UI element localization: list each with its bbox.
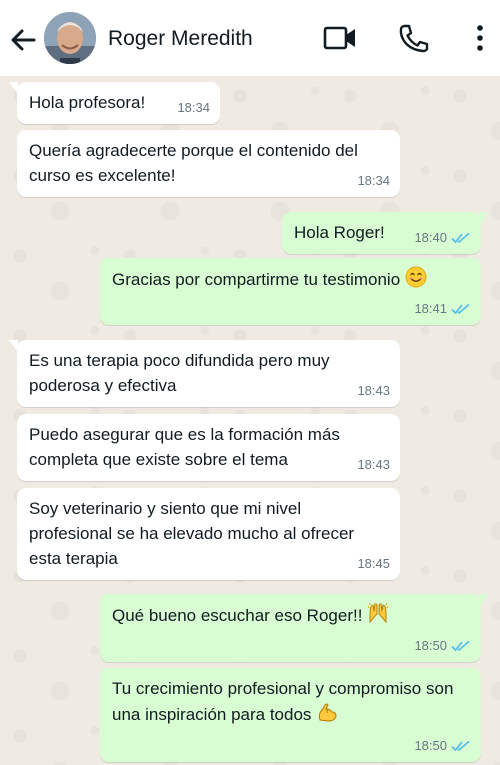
message-outgoing[interactable]: Qué bueno escuchar eso Roger!! 18:50 bbox=[100, 594, 489, 662]
message-outgoing[interactable]: Hola Roger! 18:40 bbox=[282, 212, 489, 254]
message-meta: 18:50 bbox=[414, 633, 471, 658]
message-time: 18:43 bbox=[357, 383, 390, 398]
message-time: 18:43 bbox=[357, 457, 390, 472]
message-time: 18:34 bbox=[177, 100, 210, 115]
message-outgoing[interactable]: Gracias por compartirme tu testimonio 18… bbox=[100, 258, 481, 325]
message-incoming[interactable]: Puedo asegurar que es la formación más c… bbox=[17, 414, 400, 481]
message-text: Qué bueno escuchar eso Roger!! bbox=[112, 606, 363, 625]
message-incoming[interactable]: Es una terapia poco difundida pero muy p… bbox=[9, 340, 400, 407]
double-check-icon bbox=[451, 232, 470, 243]
message-incoming[interactable]: Hola profesora! 18:34 bbox=[9, 82, 220, 124]
message-meta: 18:41 bbox=[414, 296, 471, 321]
double-check-icon bbox=[451, 740, 470, 751]
chat-header: Roger Meredith bbox=[0, 0, 500, 76]
message-meta: 18:40 bbox=[414, 225, 471, 250]
message-time: 18:50 bbox=[414, 738, 447, 753]
double-check-icon bbox=[451, 303, 470, 314]
message-outgoing[interactable]: Tu crecimiento profesional y compromiso … bbox=[100, 668, 481, 762]
more-vertical-icon[interactable] bbox=[470, 22, 490, 54]
message-text-row: Qué bueno escuchar eso Roger!! bbox=[112, 602, 469, 628]
flexed-biceps-icon bbox=[319, 703, 337, 722]
phone-icon[interactable] bbox=[398, 23, 430, 53]
video-camera-icon[interactable] bbox=[323, 26, 357, 50]
message-incoming[interactable]: Soy veterinario y siento que mi nivel pr… bbox=[17, 488, 400, 580]
message-text-row: Tu crecimiento profesional y compromiso … bbox=[112, 676, 469, 727]
contact-name[interactable]: Roger Meredith bbox=[108, 27, 253, 51]
message-text: Soy veterinario y siento que mi nivel pr… bbox=[29, 499, 355, 568]
message-meta: 18:43 bbox=[357, 452, 390, 477]
message-time: 18:45 bbox=[357, 556, 390, 571]
message-text: Gracias por compartirme tu testimonio bbox=[112, 270, 401, 289]
message-meta: 18:45 bbox=[357, 551, 390, 576]
message-time: 18:34 bbox=[357, 173, 390, 188]
message-meta: 18:34 bbox=[357, 168, 390, 193]
message-time: 18:41 bbox=[414, 301, 447, 316]
double-check-icon bbox=[451, 640, 470, 651]
message-meta: 18:34 bbox=[177, 95, 210, 120]
avatar[interactable] bbox=[44, 12, 96, 64]
raised-hands-icon bbox=[367, 603, 389, 624]
message-incoming[interactable]: Quería agradecerte porque el contenido d… bbox=[17, 130, 400, 197]
message-text: Quería agradecerte porque el contenido d… bbox=[29, 141, 358, 185]
message-text: Puedo asegurar que es la formación más c… bbox=[29, 425, 340, 469]
message-meta: 18:50 bbox=[414, 733, 471, 758]
message-time: 18:40 bbox=[414, 230, 447, 245]
message-text: Es una terapia poco difundida pero muy p… bbox=[29, 351, 330, 395]
arrow-left-icon[interactable] bbox=[8, 26, 38, 54]
message-text: Tu crecimiento profesional y compromiso … bbox=[112, 679, 454, 724]
message-text-row: Gracias por compartirme tu testimonio bbox=[112, 266, 469, 292]
smiling-face-icon bbox=[405, 266, 427, 288]
message-meta: 18:43 bbox=[357, 378, 390, 403]
message-time: 18:50 bbox=[414, 638, 447, 653]
